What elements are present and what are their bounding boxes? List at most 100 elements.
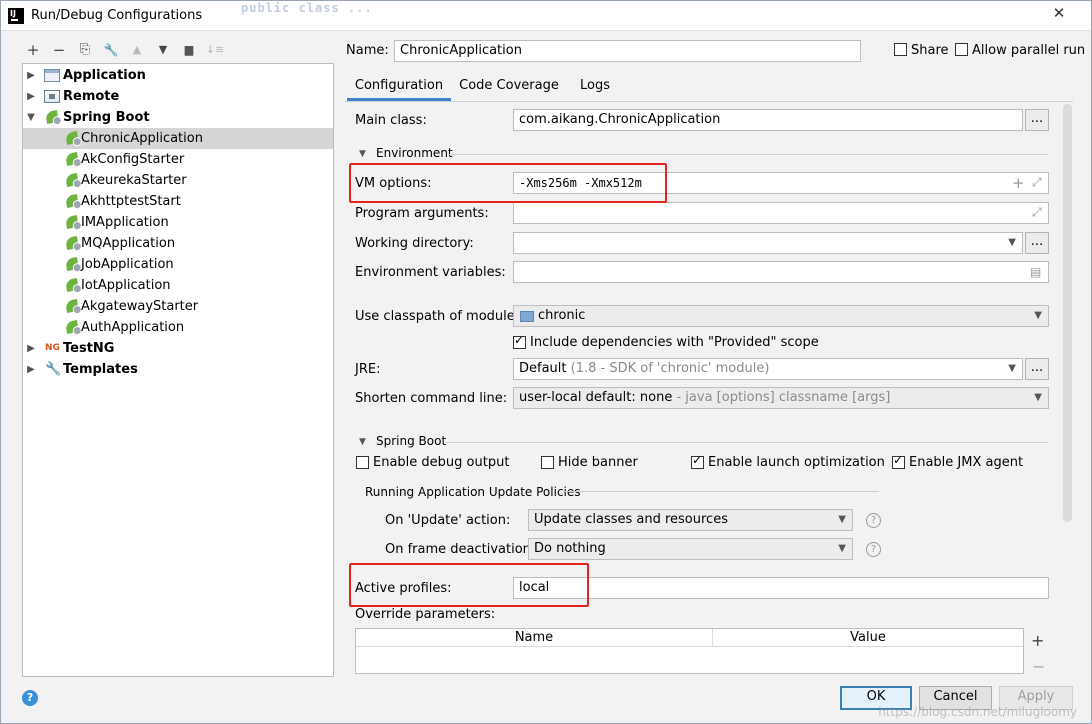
shorten-command-line-label: Shorten command line:	[355, 391, 508, 406]
spring-app-icon	[65, 236, 79, 250]
arrow-up-icon[interactable]: ▲	[127, 39, 147, 61]
enable-launch-optimization-checkbox[interactable]	[691, 453, 704, 469]
tree-item-testng[interactable]: ▶ NG TestNG	[23, 338, 333, 359]
on-frame-deactivation-combo[interactable]: Do nothing ▼	[528, 538, 853, 560]
vertical-scrollbar[interactable]	[1062, 102, 1073, 672]
arrow-down-icon[interactable]: ▼	[153, 39, 173, 61]
chevron-down-icon: ▼	[838, 543, 846, 554]
working-directory-combo[interactable]: ▼	[513, 232, 1023, 254]
main-class-input[interactable]: com.aikang.ChronicApplication	[513, 109, 1023, 131]
tree-item-templates[interactable]: ▶ 🔧 Templates	[23, 359, 333, 380]
help-icon[interactable]: ?	[866, 513, 881, 528]
allow-parallel-run-label: Allow parallel run	[972, 43, 1086, 58]
name-input[interactable]: ChronicApplication	[394, 40, 861, 62]
chevron-down-icon: ▼	[838, 514, 846, 525]
expand-icon[interactable]: ⤢	[1032, 205, 1042, 220]
tree-item-akgatewaystarter[interactable]: AkgatewayStarter	[23, 296, 333, 317]
chevron-down-icon: ▼	[1008, 237, 1016, 248]
chevron-right-icon[interactable]: ▶	[25, 65, 37, 86]
enable-jmx-agent-label: Enable JMX agent	[909, 455, 1024, 470]
environment-variables-label: Environment variables:	[355, 265, 506, 280]
tree-item-akconfigstarter[interactable]: AkConfigStarter	[23, 149, 333, 170]
tree-item-imapplication[interactable]: IMApplication	[23, 212, 333, 233]
chevron-right-icon[interactable]: ▶	[25, 86, 37, 107]
tree-item-jobapplication[interactable]: JobApplication	[23, 254, 333, 275]
hide-banner-checkbox[interactable]	[541, 456, 554, 469]
title-bar: IJ Run/Debug Configurations public class…	[1, 1, 1091, 31]
chevron-down-icon[interactable]: ▼	[25, 107, 37, 128]
collapse-spring-boot-icon[interactable]: ▼	[359, 437, 366, 447]
scroll-thumb[interactable]	[1063, 104, 1072, 522]
help-icon[interactable]: ?	[866, 542, 881, 557]
shorten-hint: - java [options] classname [args]	[676, 390, 891, 405]
share-label: Share	[911, 43, 949, 58]
classpath-module-combo[interactable]: chronic ▼	[513, 305, 1049, 327]
remove-parameter-icon[interactable]: −	[1032, 657, 1045, 676]
include-provided-checkbox[interactable]	[513, 333, 526, 349]
chevron-right-icon[interactable]: ▶	[25, 338, 37, 359]
chevron-down-icon: ▼	[1008, 363, 1016, 374]
shorten-command-line-combo[interactable]: user-local default: none - java [options…	[513, 387, 1049, 409]
program-arguments-label: Program arguments:	[355, 206, 489, 221]
tree-item-iotapplication[interactable]: IotApplication	[23, 275, 333, 296]
new-folder-icon[interactable]: ▆	[179, 39, 199, 61]
enable-debug-output-checkbox[interactable]	[356, 456, 369, 469]
environment-section-title: Environment	[376, 146, 453, 160]
enable-jmx-agent-checkbox[interactable]	[892, 453, 905, 469]
environment-variables-input[interactable]	[513, 261, 1049, 283]
table-header-name[interactable]: Name	[356, 629, 712, 647]
tab-logs[interactable]: Logs	[571, 71, 619, 101]
share-checkbox[interactable]	[894, 43, 907, 56]
tree-label: AuthApplication	[81, 320, 185, 335]
plus-icon[interactable]: +	[1012, 174, 1025, 192]
add-parameter-icon[interactable]: +	[1031, 631, 1044, 650]
chevron-right-icon[interactable]: ▶	[25, 359, 37, 380]
chevron-down-icon: ▼	[1034, 310, 1042, 321]
document-icon[interactable]: ▤	[1030, 265, 1041, 279]
tree-item-application[interactable]: ▶ Application	[23, 65, 333, 86]
tree-label: TestNG	[63, 341, 115, 356]
tree-label: MQApplication	[81, 236, 176, 251]
tree-item-chronicapplication[interactable]: ChronicApplication	[23, 128, 333, 149]
on-update-action-value: Update classes and resources	[534, 512, 728, 527]
wrench-icon[interactable]: 🔧	[101, 39, 121, 61]
jre-browse-button[interactable]: ...	[1025, 358, 1049, 380]
tree-item-mqapplication[interactable]: MQApplication	[23, 233, 333, 254]
help-icon[interactable]: ?	[22, 690, 38, 706]
table-header-value[interactable]: Value	[712, 629, 1023, 647]
tree-item-akeurekastarter[interactable]: AkeurekaStarter	[23, 170, 333, 191]
on-update-action-combo[interactable]: Update classes and resources ▼	[528, 509, 853, 531]
tree-item-remote[interactable]: ▶ Remote	[23, 86, 333, 107]
program-arguments-input[interactable]	[513, 202, 1049, 224]
tree-label: AkConfigStarter	[81, 152, 185, 167]
tree-item-authapplication[interactable]: AuthApplication	[23, 317, 333, 338]
chevron-down-icon: ▼	[1034, 392, 1042, 403]
window-title: Run/Debug Configurations	[31, 8, 203, 23]
working-directory-browse-button[interactable]: ...	[1025, 232, 1049, 254]
main-class-browse-button[interactable]: ...	[1025, 109, 1049, 131]
collapse-environment-icon[interactable]: ▼	[359, 149, 366, 159]
run-debug-configurations-window: IJ Run/Debug Configurations public class…	[0, 0, 1092, 724]
expand-icon[interactable]: ⤢	[1032, 175, 1042, 190]
plus-icon[interactable]: +	[23, 39, 43, 61]
tab-code-coverage[interactable]: Code Coverage	[457, 71, 561, 101]
tree-item-spring-boot[interactable]: ▼ Spring Boot	[23, 107, 333, 128]
allow-parallel-run-checkbox[interactable]	[955, 43, 968, 56]
active-profiles-input[interactable]: local	[513, 577, 1049, 599]
intellij-app-icon: IJ	[8, 8, 24, 24]
tab-configuration[interactable]: Configuration	[347, 71, 451, 101]
main-class-label: Main class:	[355, 113, 427, 128]
jre-combo[interactable]: Default (1.8 - SDK of 'chronic' module) …	[513, 358, 1023, 380]
environment-separator	[448, 154, 1048, 155]
override-parameters-label: Override parameters:	[355, 607, 496, 622]
close-button[interactable]: ✕	[1037, 3, 1081, 23]
copy-icon[interactable]: ⎘	[75, 39, 95, 61]
classpath-module-value: chronic	[538, 308, 586, 323]
tree-label: JobApplication	[81, 257, 174, 272]
minus-icon[interactable]: −	[49, 39, 69, 61]
spring-app-icon	[65, 173, 79, 187]
override-parameters-table[interactable]: Name Value	[355, 628, 1024, 674]
sort-icon[interactable]: ↓≡	[205, 39, 225, 61]
tree-item-akhttptеststart[interactable]: AkhttptestStart	[23, 191, 333, 212]
tree-label: AkhttptestStart	[81, 194, 181, 209]
